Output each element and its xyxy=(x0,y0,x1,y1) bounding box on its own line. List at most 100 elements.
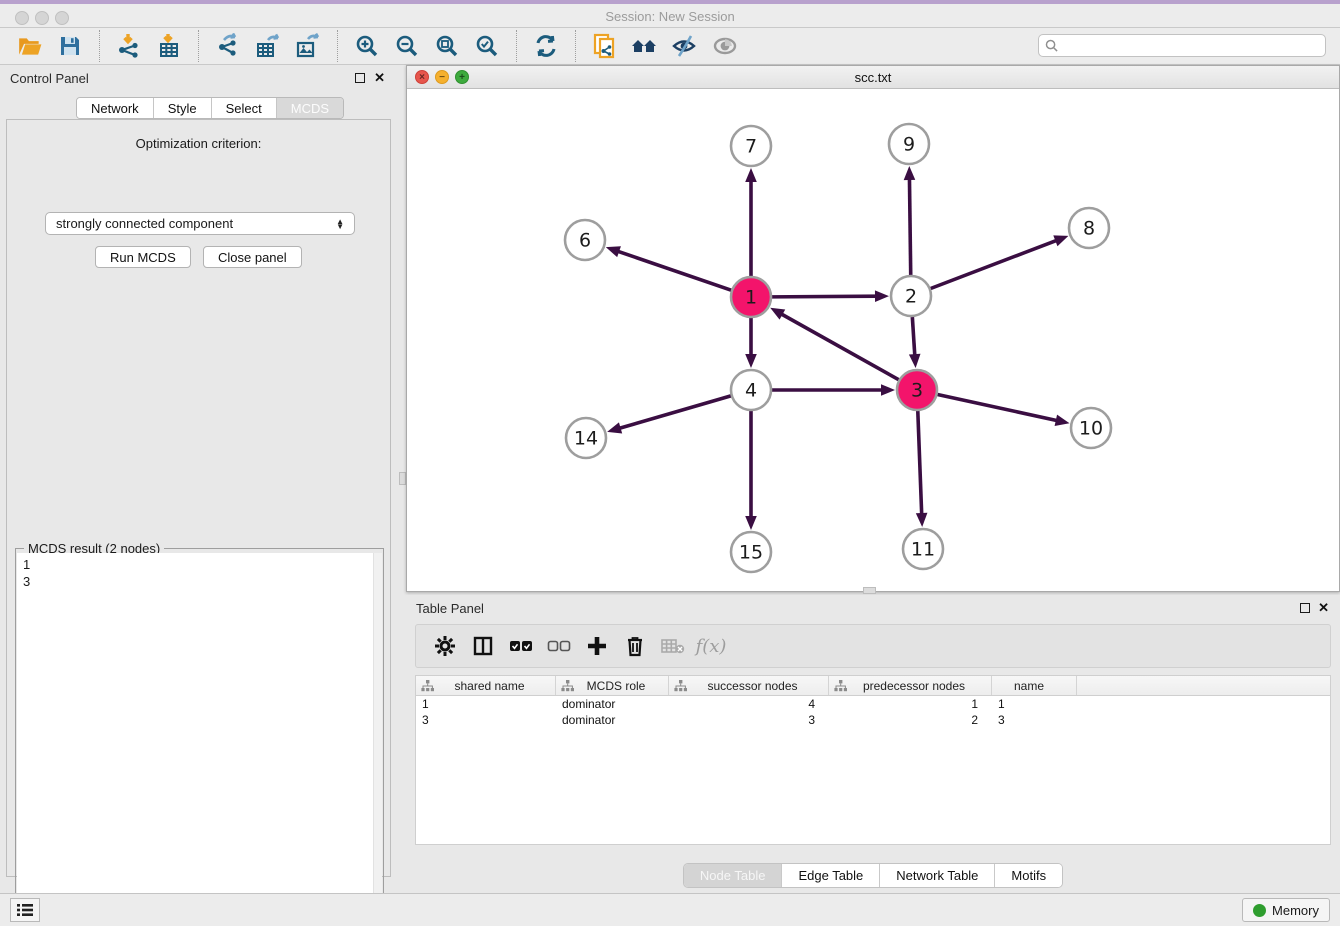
search-box[interactable] xyxy=(1038,34,1326,57)
graph-node-label: 11 xyxy=(911,539,935,561)
tab-edge-table[interactable]: Edge Table xyxy=(782,864,880,887)
criterion-value: strongly connected component xyxy=(56,216,233,231)
result-line: 3 xyxy=(23,573,367,590)
cell-successor-nodes[interactable]: 4 xyxy=(669,696,829,712)
close-table-panel-icon[interactable]: ✕ xyxy=(1318,600,1329,616)
column-label: name xyxy=(992,679,1076,693)
float-panel-icon[interactable] xyxy=(355,73,365,83)
close-panel-button[interactable]: Close panel xyxy=(203,246,302,268)
main-toolbar xyxy=(0,28,1340,65)
cell-shared-name[interactable]: 1 xyxy=(416,696,556,712)
cell-mcds-role[interactable]: dominator xyxy=(556,712,669,728)
cell-predecessor-nodes[interactable]: 1 xyxy=(829,696,992,712)
list-icon xyxy=(16,903,34,917)
column-header-mcds-role[interactable]: MCDS role xyxy=(556,676,669,695)
add-column-icon[interactable] xyxy=(583,632,611,660)
graph-edge-1-6[interactable] xyxy=(617,251,731,290)
search-input[interactable] xyxy=(1062,39,1319,53)
graph-node-label: 1 xyxy=(745,287,757,309)
tab-network-table[interactable]: Network Table xyxy=(880,864,995,887)
graph-edge-arrowhead xyxy=(909,354,921,368)
zoom-in-icon[interactable] xyxy=(352,31,382,61)
graph-edge-3-1[interactable] xyxy=(781,314,899,380)
zoom-out-icon[interactable] xyxy=(392,31,422,61)
show-graphics-details-icon[interactable] xyxy=(710,31,740,61)
tab-motifs[interactable]: Motifs xyxy=(995,864,1062,887)
memory-button[interactable]: Memory xyxy=(1242,898,1330,922)
export-network-icon[interactable] xyxy=(213,31,243,61)
first-neighbors-icon[interactable] xyxy=(630,31,660,61)
table-row[interactable]: 3 dominator 3 2 3 xyxy=(416,712,1330,728)
select-all-icon[interactable] xyxy=(507,632,535,660)
graph-edge-3-11[interactable] xyxy=(918,411,922,515)
table-panel: Table Panel ✕ f(x) shared xyxy=(406,595,1340,890)
delete-column-icon[interactable] xyxy=(621,632,649,660)
cell-predecessor-nodes[interactable]: 2 xyxy=(829,712,992,728)
vertical-splitter-handle[interactable] xyxy=(399,472,406,485)
table-row[interactable]: 1 dominator 4 1 1 xyxy=(416,696,1330,712)
column-label: shared name xyxy=(434,679,555,693)
column-header-name[interactable]: name xyxy=(992,676,1077,695)
zoom-selected-icon[interactable] xyxy=(472,31,502,61)
save-session-icon[interactable] xyxy=(55,31,85,61)
column-header-shared-name[interactable]: shared name xyxy=(416,676,556,695)
cell-name[interactable]: 3 xyxy=(992,712,1077,728)
horizontal-splitter-handle[interactable] xyxy=(863,587,876,594)
cell-mcds-role[interactable]: dominator xyxy=(556,696,669,712)
network-window-titlebar[interactable]: × − + scc.txt xyxy=(407,66,1339,89)
column-label: predecessor nodes xyxy=(847,679,991,693)
mcds-result-group: MCDS result (2 nodes) 1 3 xyxy=(15,548,384,925)
import-network-icon[interactable] xyxy=(114,31,144,61)
delete-table-icon[interactable] xyxy=(659,632,687,660)
graph-edge-4-14[interactable] xyxy=(619,396,731,429)
hide-selected-icon[interactable] xyxy=(670,31,700,61)
tab-network[interactable]: Network xyxy=(77,98,154,118)
graph-edge-arrowhead xyxy=(875,290,889,302)
graph-edge-2-9[interactable] xyxy=(909,178,910,275)
cell-successor-nodes[interactable]: 3 xyxy=(669,712,829,728)
column-header-successor-nodes[interactable]: successor nodes xyxy=(669,676,829,695)
column-header-predecessor-nodes[interactable]: predecessor nodes xyxy=(829,676,992,695)
table-panel-header: Table Panel ✕ xyxy=(406,595,1340,621)
column-label: successor nodes xyxy=(687,679,828,693)
float-table-panel-icon[interactable] xyxy=(1300,603,1310,613)
tab-select[interactable]: Select xyxy=(212,98,277,118)
graph-edge-1-2[interactable] xyxy=(772,296,877,297)
zoom-fit-icon[interactable] xyxy=(432,31,462,61)
open-file-icon[interactable] xyxy=(15,31,45,61)
export-image-icon[interactable] xyxy=(293,31,323,61)
mcds-result-text[interactable]: 1 3 xyxy=(17,553,373,923)
graph-edge-arrowhead xyxy=(904,166,916,180)
new-network-from-selection-icon[interactable] xyxy=(590,31,620,61)
toolbar-separator xyxy=(99,30,100,62)
tab-node-table[interactable]: Node Table xyxy=(684,864,783,887)
toolbar-separator xyxy=(516,30,517,62)
network-canvas[interactable]: 7968124314101511 xyxy=(407,89,1339,591)
graph-edge-2-3[interactable] xyxy=(912,317,914,356)
unselect-all-icon[interactable] xyxy=(545,632,573,660)
run-mcds-button[interactable]: Run MCDS xyxy=(95,246,191,268)
graph-edge-arrowhead xyxy=(881,384,895,396)
criterion-dropdown[interactable]: strongly connected component ▲▼ xyxy=(45,212,355,235)
table-settings-icon[interactable] xyxy=(431,632,459,660)
cell-shared-name[interactable]: 3 xyxy=(416,712,556,728)
node-table[interactable]: shared name MCDS role successor nodes pr… xyxy=(415,675,1331,845)
graph-edge-arrowhead xyxy=(606,246,621,257)
import-table-icon[interactable] xyxy=(154,31,184,61)
os-titlebar: Session: New Session xyxy=(0,0,1340,28)
task-history-button[interactable] xyxy=(10,898,40,922)
graph-edge-arrowhead xyxy=(745,516,757,530)
tab-style[interactable]: Style xyxy=(154,98,212,118)
graph-edge-2-8[interactable] xyxy=(931,240,1058,288)
network-view-window: × − + scc.txt 7968124314101511 xyxy=(406,65,1340,592)
tab-mcds[interactable]: MCDS xyxy=(277,98,343,118)
cell-name[interactable]: 1 xyxy=(992,696,1077,712)
close-panel-icon[interactable]: ✕ xyxy=(374,70,385,86)
graph-edge-3-10[interactable] xyxy=(938,394,1058,420)
apply-layout-icon[interactable] xyxy=(531,31,561,61)
table-header-row: shared name MCDS role successor nodes pr… xyxy=(416,676,1330,696)
column-view-icon[interactable] xyxy=(469,632,497,660)
result-scrollbar[interactable] xyxy=(373,553,382,923)
function-builder-icon[interactable]: f(x) xyxy=(697,632,725,660)
export-table-icon[interactable] xyxy=(253,31,283,61)
